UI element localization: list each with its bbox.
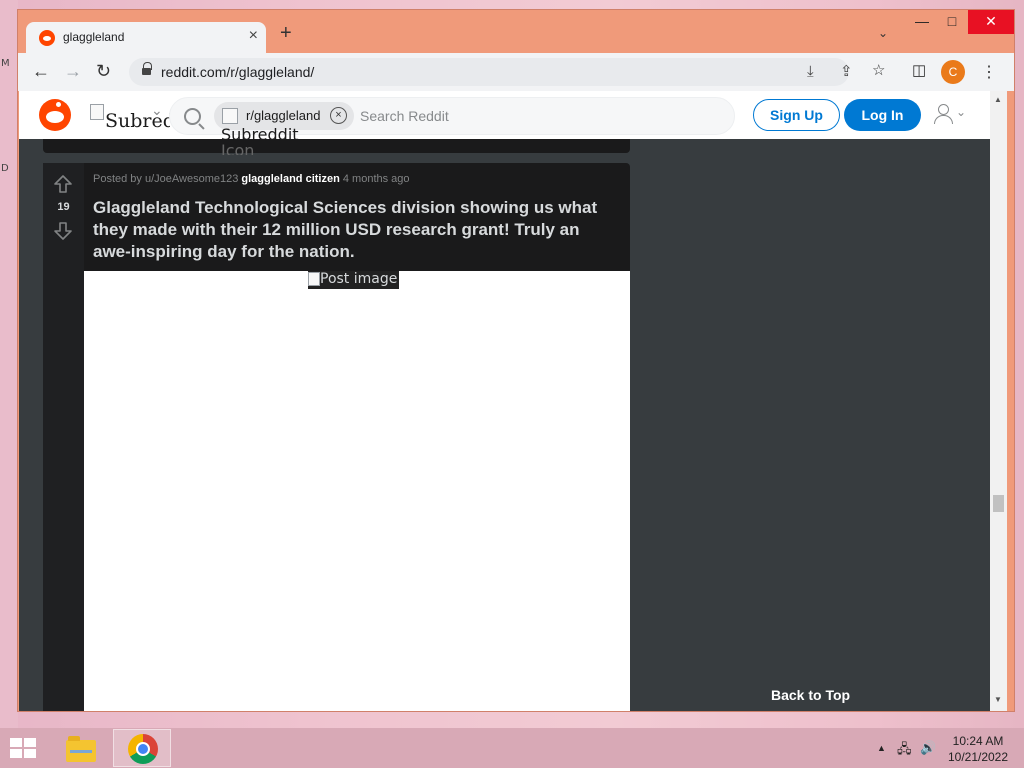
browser-tab[interactable]: glaggleland × (26, 22, 266, 53)
reddit-favicon-icon (39, 30, 55, 46)
forward-icon[interactable]: → (64, 61, 82, 81)
post-image-alt: Post image (308, 271, 400, 289)
taskbar: ▲ 🖧 🔊 10:24 AM 10/21/2022 (0, 728, 1024, 768)
reddit-logo-icon[interactable] (39, 99, 71, 131)
scroll-down-icon[interactable]: ▼ (994, 695, 1002, 704)
system-clock[interactable]: 10:24 AM 10/21/2022 (940, 733, 1016, 765)
tab-search-chevron-icon[interactable]: ⌄ (878, 26, 888, 40)
install-app-icon[interactable]: ⤓ (807, 64, 814, 80)
profile-avatar[interactable]: C (941, 60, 965, 84)
tray-overflow-icon[interactable]: ▲ (877, 743, 886, 753)
reddit-header: Subreddit ⌄ r/glaggleland × Search Reddi… (19, 91, 990, 139)
file-explorer-icon[interactable] (64, 734, 98, 764)
subreddit-icon (222, 108, 238, 124)
user-flair: glaggleland citizen (241, 173, 340, 185)
search-icon (184, 108, 201, 125)
windows-start-icon[interactable] (10, 738, 38, 760)
browser-toolbar: ← → ↻ reddit.com/r/glaggleland/ ⤓ ⇪ ☆ ◫ … (18, 53, 1014, 91)
browser-window: glaggleland × + ⌄ — □ ✕ ← → ↻ reddit.com… (17, 9, 1015, 712)
user-chevron-icon[interactable]: ⌄ (956, 105, 966, 119)
share-icon[interactable]: ⇪ (840, 64, 853, 80)
bookmark-star-icon[interactable]: ☆ (872, 63, 885, 79)
desktop-mark: D (1, 163, 9, 174)
log-in-button[interactable]: Log In (844, 99, 921, 131)
url-text[interactable]: reddit.com/r/glaggleland/ (161, 64, 314, 80)
address-bar[interactable]: reddit.com/r/glaggleland/ ⤓ ⇪ (129, 58, 853, 86)
desktop-mark: M (1, 58, 10, 69)
vote-count: 19 (57, 201, 70, 213)
page-scrollbar[interactable]: ▲ ▼ (990, 91, 1007, 711)
user-icon[interactable] (933, 103, 953, 125)
chevron-down-icon[interactable]: ⌄ (151, 102, 163, 119)
subreddit-search-chip[interactable]: r/glaggleland × (214, 102, 354, 130)
post-title[interactable]: Glaggleland Technological Sciences divis… (93, 197, 613, 263)
tab-strip: glaggleland × + ⌄ — □ ✕ (18, 10, 1014, 53)
clock-time: 10:24 AM (952, 734, 1004, 748)
chrome-icon (128, 734, 158, 764)
post-age[interactable]: 4 months ago (343, 173, 410, 185)
sign-up-button[interactable]: Sign Up (753, 99, 840, 131)
back-to-top-button[interactable]: Back to Top (771, 687, 850, 703)
downvote-icon[interactable] (53, 221, 73, 241)
reddit-page: Subreddit ⌄ r/glaggleland × Search Reddi… (19, 91, 990, 711)
scroll-up-icon[interactable]: ▲ (994, 95, 1002, 104)
posted-by[interactable]: Posted by u/JoeAwesome123 (93, 173, 238, 185)
browser-menu-icon[interactable]: ⋮ (981, 62, 997, 82)
new-tab-button[interactable]: + (280, 23, 292, 43)
reload-icon[interactable]: ↻ (96, 61, 111, 81)
scroll-thumb[interactable] (993, 495, 1004, 512)
maximize-button[interactable]: □ (937, 10, 967, 34)
tab-title: glaggleland (63, 30, 125, 44)
subreddit-icon-alt-overflow: Subreddit Icon (221, 127, 299, 155)
post-image[interactable]: Post image (84, 271, 630, 711)
chrome-taskbar-button[interactable] (113, 729, 171, 767)
post-meta: Posted by u/JoeAwesome123 glaggleland ci… (93, 173, 410, 185)
vote-column: 19 (43, 163, 84, 711)
close-window-button[interactable]: ✕ (968, 10, 1014, 34)
minimize-button[interactable]: — (907, 10, 937, 34)
side-panel-icon[interactable]: ◫ (912, 63, 926, 79)
search-input[interactable]: Search Reddit (360, 108, 449, 124)
clock-date: 10/21/2022 (947, 750, 1009, 764)
chip-close-icon[interactable]: × (330, 107, 347, 124)
broken-image-icon (308, 272, 320, 286)
back-icon[interactable]: ← (32, 61, 50, 81)
chip-label: r/glaggleland (246, 108, 321, 123)
network-icon[interactable]: 🖧 (897, 740, 912, 762)
broken-image-icon (90, 104, 104, 120)
previous-post-card (43, 139, 630, 153)
post-card[interactable]: 19 Posted by u/JoeAwesome123 glaggleland… (43, 163, 630, 711)
upvote-icon[interactable] (53, 174, 73, 194)
lock-icon[interactable] (142, 62, 152, 77)
volume-icon[interactable]: 🔊 (920, 740, 936, 756)
desktop-edge: M D (0, 0, 18, 728)
tab-close-icon[interactable]: × (249, 27, 258, 45)
